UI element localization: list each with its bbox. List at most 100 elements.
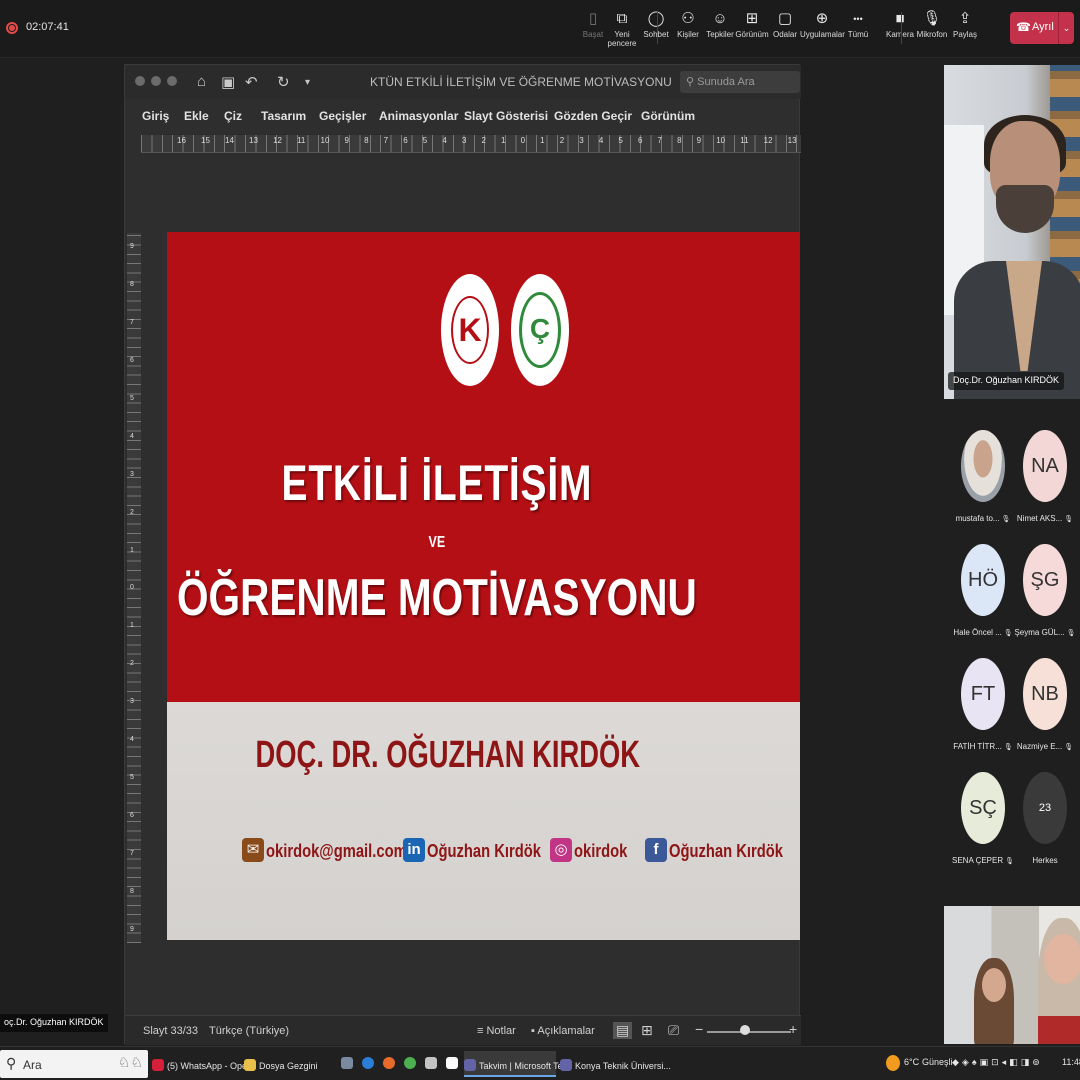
ruler-tick-label: 6 [637, 136, 643, 145]
participant-name-text: Hale Öncel ... [953, 628, 1002, 637]
ruler-tick-label: 10 [320, 136, 330, 145]
taskbar-app-explorer[interactable]: Dosya Gezgini [244, 1051, 330, 1077]
ruler-tick-label: 1 [540, 136, 545, 145]
language-indicator[interactable]: Türkçe (Türkiye) [209, 1025, 289, 1037]
normal-view-icon[interactable]: ▤ [613, 1022, 633, 1039]
slide-canvas[interactable]: K Ç ETKİLİ İLETİŞİM VE ÖĞRENME MOTİVASYO… [167, 232, 800, 940]
chrome-icon[interactable] [404, 1057, 416, 1069]
speaker-video-tile[interactable] [944, 65, 1080, 399]
ruler-tick-label: 4 [442, 136, 447, 145]
penguin-icon: ♘♘ [118, 1054, 144, 1070]
muted-mic-icon: 🎙 [1062, 516, 1074, 523]
comments-button[interactable]: ▪ Açıklamalar [531, 1025, 595, 1037]
ruler-tick-label: 7 [657, 136, 662, 145]
ribbon-tab[interactable]: Tasarım [261, 109, 306, 123]
share-icon: ⇪ [958, 10, 972, 27]
edge-icon[interactable] [362, 1057, 374, 1069]
slide-counter: Slayt 33/33 [143, 1025, 199, 1037]
tümü-button[interactable]: ••• Tümü [836, 8, 880, 39]
weather-temperature[interactable]: 6°C [904, 1057, 919, 1067]
ribbon-tab[interactable]: Görünüm [641, 109, 695, 123]
window-close-icon[interactable] [135, 76, 145, 86]
ruler-tick-label: 2 [481, 136, 486, 145]
ruler-tick-label: 13 [787, 136, 797, 145]
redo-icon[interactable]: ↻ [277, 73, 290, 91]
ruler-tick-label: 6 [130, 356, 134, 364]
ribbon-tab[interactable]: Animasyonlar [379, 109, 458, 123]
toolbar-label: Yeni pencere [607, 30, 637, 48]
ribbon-tab[interactable]: Giriş [142, 109, 169, 123]
taskbar-app-whatsapp[interactable]: (5) WhatsApp - Opera [152, 1051, 255, 1077]
ruler-tick-label: 5 [130, 394, 134, 402]
muted-mic-icon: 🎙 [1062, 744, 1074, 751]
facebook-icon: f [645, 838, 667, 862]
leave-button[interactable]: ☎ Ayrıl ⌄ [1010, 12, 1074, 44]
notes-button[interactable]: ≡ Notlar [477, 1025, 516, 1037]
firefox-icon[interactable] [383, 1057, 395, 1069]
paylaş-button[interactable]: ⇪ Paylaş [943, 8, 987, 39]
participant-video-tile[interactable] [944, 906, 1080, 1044]
system-tray-icons[interactable]: ◆◈♠▣⊡◂◧◨⊚ [952, 1057, 1043, 1068]
calculator-icon[interactable] [341, 1057, 353, 1069]
ruler-tick-label: 10 [716, 136, 726, 145]
ruler-tick-label: 0 [520, 136, 526, 145]
slide-author: DOÇ. DR. OĞUZHAN KIRDÖK [255, 734, 641, 776]
home-icon[interactable]: ⌂ [197, 73, 206, 90]
email-icon: ✉ [242, 838, 264, 862]
ribbon-tab[interactable]: Ekle [184, 109, 209, 123]
zoom-out-icon[interactable]: − [695, 1021, 703, 1037]
taskbar-search-placeholder: Ara [23, 1058, 42, 1072]
weather-icon[interactable] [886, 1055, 900, 1071]
ruler-tick-label: 15 [201, 136, 210, 145]
presenter-view-icon[interactable]: ⎚ [668, 1022, 679, 1039]
instagram-icon: ◎ [550, 838, 572, 862]
document-title: KTÜN ETKİLİ İLETİŞİM VE ÖĞRENME MOTİVASY… [370, 75, 672, 89]
ruler-tick-label: 2 [130, 508, 134, 516]
participant-name: Şeyma GÜL... 🎙 [1007, 628, 1080, 637]
muted-mic-icon: 🎙 [1064, 630, 1076, 637]
window-maximize-icon[interactable] [167, 76, 177, 86]
participant-name-text: Nazmiye E... [1016, 742, 1063, 751]
ruler-tick-label: 9 [130, 925, 134, 933]
participant-name: Nimet AKS... 🎙 [1007, 514, 1080, 523]
chevron-down-icon[interactable]: ⌄ [1058, 12, 1074, 44]
weather-text[interactable]: Güneşli [922, 1057, 953, 1067]
undo-icon[interactable]: ↶ [245, 73, 258, 91]
clock[interactable]: 11:48 [1062, 1057, 1080, 1067]
recording-icon [6, 22, 18, 34]
toolbar-label: Paylaş [952, 30, 977, 39]
search-input[interactable]: ⚲ Sunuda Ara [680, 71, 800, 93]
zoom-in-icon[interactable]: + [789, 1021, 797, 1037]
ruler-tick-label: 9 [696, 136, 702, 145]
ribbon-tab[interactable]: Geçişler [319, 109, 366, 123]
ruler-tick-label: 12 [763, 136, 773, 145]
avatar: FT [961, 658, 1005, 730]
window-minimize-icon[interactable] [151, 76, 161, 86]
ruler-tick-label: 2 [130, 660, 134, 668]
search-icon: ⚲ [6, 1055, 17, 1071]
ruler-tick-label: 9 [130, 243, 134, 250]
ruler-tick-label: 4 [130, 736, 134, 744]
ppt-statusbar: Slayt 33/33 Türkçe (Türkiye) ≡ Notlar ▪ … [125, 1015, 801, 1045]
ribbon-tab[interactable]: Slayt Gösterisi [464, 109, 548, 123]
customize-icon[interactable]: ▾ [305, 77, 310, 88]
linkedin-icon: in [403, 838, 425, 862]
contact-instagram-text: okirdok [574, 841, 628, 861]
ribbon-tab[interactable]: Gözden Geçir [554, 109, 632, 123]
save-icon[interactable]: ▣ [221, 73, 235, 91]
teams-meeting-window: 02:07:41 ▯ Başat ⧉ Yeni pencere ◯ Sohbet ⚇ Kişi… [0, 0, 1080, 1080]
zoom-slider-handle[interactable] [740, 1025, 750, 1035]
avatar: HÖ [961, 544, 1005, 616]
notepad-icon[interactable] [446, 1057, 458, 1069]
contact-email-text: okirdok@gmail.com [266, 841, 407, 861]
slide-sorter-icon[interactable]: ⊞ [641, 1022, 653, 1039]
ruler-tick-label: 5 [422, 136, 428, 145]
taskbar-app-teams-calendar[interactable]: Takvim | Microsoft Te... [464, 1051, 570, 1077]
taskbar-app-teams-meeting[interactable]: Konya Teknik Üniversi... [560, 1051, 671, 1077]
ruler-tick-label: 3 [461, 136, 467, 145]
paint-icon[interactable] [425, 1057, 437, 1069]
ribbon-tab[interactable]: Çiz [224, 109, 242, 123]
taskbar-app-label: Dosya Gezgini [259, 1061, 318, 1071]
taskbar-search-input[interactable]: ⚲ Ara ♘♘ [0, 1050, 148, 1078]
ruler-tick-label: 3 [130, 470, 134, 478]
